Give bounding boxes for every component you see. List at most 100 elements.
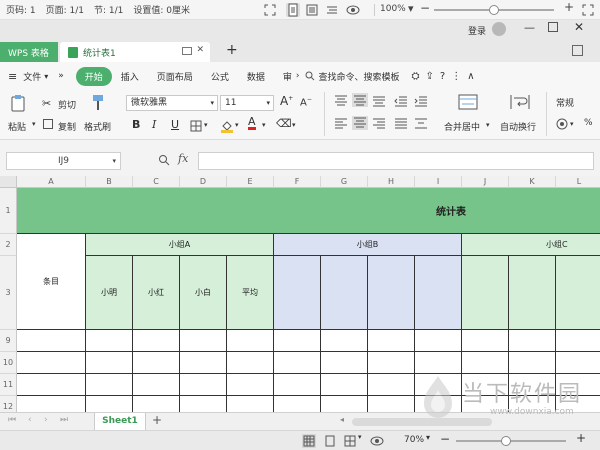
data-cell[interactable] — [86, 396, 133, 412]
chevron-down-icon[interactable]: ▾ — [44, 72, 48, 81]
data-cell[interactable] — [180, 352, 227, 374]
more-icon[interactable]: ⋮ — [451, 71, 461, 82]
zoom-out-icon[interactable]: − — [420, 1, 430, 15]
add-sheet-button[interactable]: + — [152, 413, 162, 427]
sidebar-toggle-icon[interactable] — [572, 45, 583, 56]
data-cell[interactable] — [274, 352, 321, 374]
prev-sheet-icon[interactable]: ‹ — [28, 415, 32, 425]
wrap-text-icon[interactable] — [510, 94, 530, 110]
column-header-c[interactable]: C — [133, 176, 180, 188]
menu-scroll-icon[interactable]: › — [296, 71, 300, 81]
scissors-icon[interactable]: ✂ — [42, 97, 51, 110]
fill-color-icon[interactable] — [220, 119, 234, 133]
tab-start[interactable]: 开始 — [75, 66, 112, 86]
data-cell[interactable] — [321, 396, 368, 412]
indent-increase-icon[interactable] — [414, 95, 428, 107]
decrease-font-icon[interactable]: A− — [300, 96, 312, 108]
collapse-ribbon-icon[interactable]: ∧ — [467, 71, 474, 82]
data-cell[interactable] — [180, 374, 227, 396]
formula-input[interactable] — [198, 152, 594, 170]
group-b-cell[interactable] — [368, 256, 415, 330]
cloud-icon[interactable]: ⛭ — [411, 71, 419, 82]
page-view-icon[interactable] — [286, 3, 300, 17]
group-b-cell[interactable] — [415, 256, 462, 330]
outline-view-icon[interactable] — [326, 4, 338, 16]
group-c-cell[interactable] — [462, 256, 509, 330]
data-cell[interactable] — [17, 352, 86, 374]
justify-icon[interactable] — [394, 118, 408, 130]
data-cell[interactable] — [17, 396, 86, 412]
align-middle-icon[interactable] — [352, 93, 368, 107]
data-cell[interactable] — [321, 352, 368, 374]
data-cell[interactable] — [321, 330, 368, 352]
tab-page-layout[interactable]: 页面布局 — [157, 70, 193, 83]
merge-center-icon[interactable] — [458, 94, 478, 110]
data-cell[interactable] — [227, 374, 274, 396]
tab-review[interactable]: 审 — [283, 70, 292, 83]
group-a-header[interactable]: 小组A — [86, 234, 274, 256]
tab-window-icon[interactable] — [182, 47, 192, 55]
row-header-3[interactable]: 3 — [0, 256, 17, 330]
data-cell[interactable] — [509, 330, 556, 352]
minimize-icon[interactable]: — — [524, 21, 535, 34]
column-header-l[interactable]: L — [556, 176, 600, 188]
data-cell[interactable] — [368, 396, 415, 412]
zoom-slider[interactable] — [434, 5, 554, 15]
tab-data[interactable]: 数据 — [247, 70, 265, 83]
data-cell[interactable] — [274, 374, 321, 396]
data-cell[interactable] — [509, 352, 556, 374]
data-cell[interactable] — [556, 352, 600, 374]
format-painter-button[interactable]: 格式刷 — [84, 120, 111, 133]
member-header[interactable]: 小红 — [133, 256, 180, 330]
paste-icon[interactable] — [10, 94, 26, 112]
chevron-down-icon[interactable]: ▾ — [570, 120, 574, 128]
zoom-out-icon[interactable]: − — [440, 432, 450, 446]
command-search[interactable]: 查找命令、搜索模板 — [318, 70, 399, 83]
data-cell[interactable] — [133, 374, 180, 396]
member-header[interactable]: 小明 — [86, 256, 133, 330]
row-header-1[interactable]: 1 — [0, 188, 17, 234]
data-cell[interactable] — [180, 396, 227, 412]
data-cell[interactable] — [133, 352, 180, 374]
align-bottom-icon[interactable] — [372, 95, 386, 107]
chevron-down-icon[interactable]: ▾ — [235, 121, 239, 129]
select-all-corner[interactable] — [0, 176, 17, 188]
tab-insert[interactable]: 插入 — [121, 70, 139, 83]
column-header-j[interactable]: J — [462, 176, 509, 188]
data-cell[interactable] — [368, 330, 415, 352]
border-icon[interactable] — [190, 120, 202, 132]
login-link[interactable]: 登录 — [468, 24, 486, 37]
group-b-cell[interactable] — [321, 256, 368, 330]
data-cell[interactable] — [227, 330, 274, 352]
data-cell[interactable] — [86, 374, 133, 396]
distribute-icon[interactable] — [414, 118, 428, 130]
font-color-icon[interactable]: A — [248, 116, 256, 130]
chevron-down-icon[interactable]: ▾ — [358, 433, 362, 441]
paste-dropdown-icon[interactable]: ▾ — [32, 120, 36, 128]
member-header[interactable]: 小白 — [180, 256, 227, 330]
underline-button[interactable]: U — [171, 118, 179, 131]
normal-view-icon[interactable] — [302, 434, 316, 448]
fit-page-icon[interactable] — [264, 4, 276, 16]
hamburger-icon[interactable]: ≡ — [8, 70, 17, 83]
format-painter-icon[interactable] — [90, 94, 106, 112]
data-cell[interactable] — [368, 352, 415, 374]
title-cell[interactable]: 统计表 — [17, 188, 600, 234]
share-icon[interactable]: ⇪ — [425, 71, 433, 82]
sheet-tab-sheet1[interactable]: Sheet1 — [94, 413, 146, 431]
eye-protect-icon[interactable] — [346, 4, 360, 16]
column-header-e[interactable]: E — [227, 176, 274, 188]
zoom-search-icon[interactable] — [158, 154, 170, 166]
data-cell[interactable] — [17, 330, 86, 352]
percent-icon[interactable]: % — [584, 118, 593, 128]
bold-button[interactable]: B — [132, 118, 140, 131]
help-icon[interactable]: ? — [440, 71, 445, 82]
page-break-view-icon[interactable] — [344, 435, 356, 447]
copy-icon[interactable] — [43, 119, 53, 129]
column-header-b[interactable]: B — [86, 176, 133, 188]
currency-format-icon[interactable] — [556, 118, 568, 130]
chevron-double-icon[interactable]: » — [58, 71, 64, 81]
avatar[interactable] — [492, 22, 506, 36]
zoom-in-icon[interactable]: + — [564, 0, 574, 14]
column-header-g[interactable]: G — [321, 176, 368, 188]
